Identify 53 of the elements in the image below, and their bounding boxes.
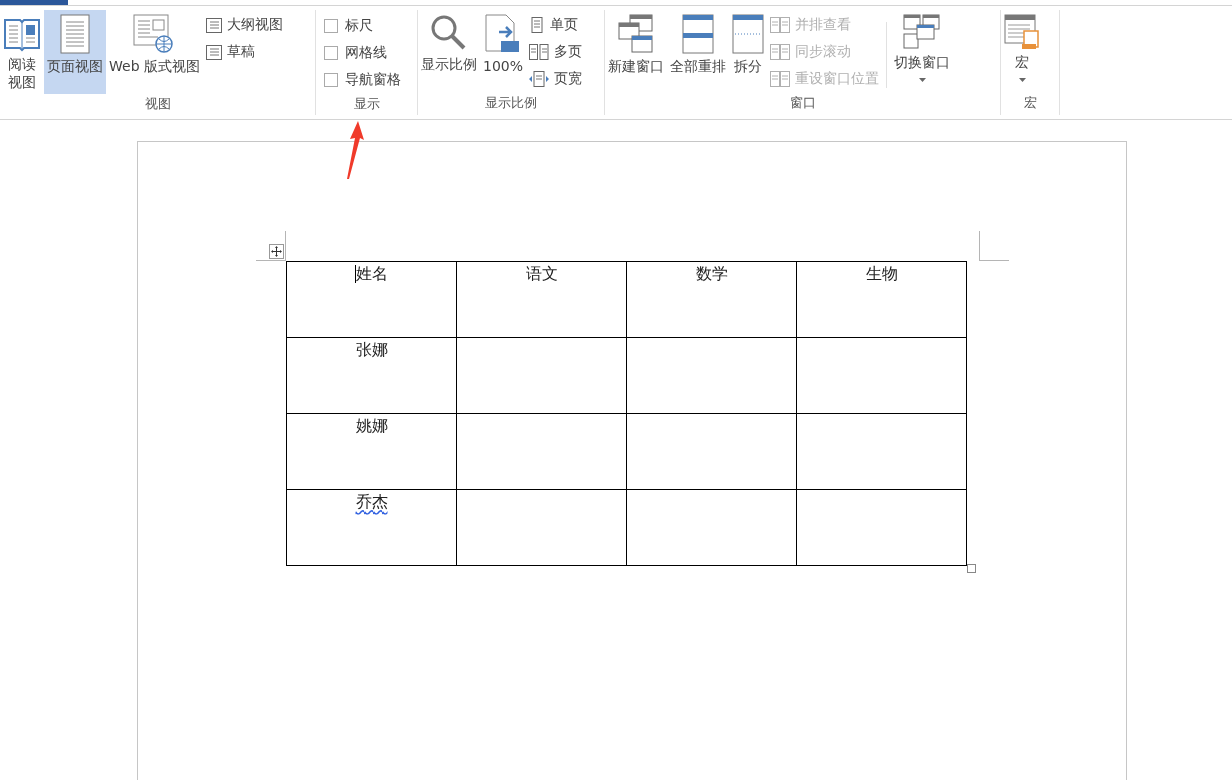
- page-width-icon: [529, 71, 550, 87]
- zoom-button[interactable]: 100%: [480, 10, 527, 94]
- view-button[interactable]: Web 版式视图: [106, 10, 203, 94]
- group-label: 视图: [143, 95, 172, 113]
- annotation-arrow: [346, 121, 366, 181]
- stacked-windows-icon: [682, 14, 714, 54]
- table-cell-text: 姚娜: [355, 416, 388, 436]
- checkbox[interactable]: 网格线: [324, 39, 387, 66]
- side-by-side-icon: [770, 71, 790, 87]
- page-zoom-button[interactable]: 页宽: [526, 67, 586, 91]
- caret-icon: [1018, 78, 1026, 82]
- table-header-cell-text: 数学: [695, 264, 728, 284]
- table-resize-handle[interactable]: [967, 564, 976, 573]
- document-icon: [206, 44, 222, 60]
- caret-icon: [918, 78, 926, 82]
- window-button[interactable]: 全部重排: [667, 10, 729, 94]
- table-cell-text: 张娜: [355, 340, 388, 360]
- group-label: 窗口: [788, 94, 817, 112]
- table-header-cell-text: 生物: [865, 264, 898, 284]
- checkbox[interactable]: 标尺: [324, 12, 373, 39]
- side-by-side-icon: [770, 17, 790, 33]
- windows-icon: [618, 14, 654, 54]
- two-pages-icon: [529, 44, 550, 60]
- table-header-cell-text: 语文: [525, 264, 558, 284]
- margin-corner-mark: [979, 231, 1009, 261]
- page-icon: [60, 14, 90, 54]
- page-zoom-button[interactable]: 单页: [526, 13, 586, 37]
- view-mode-button[interactable]: 草稿: [203, 40, 286, 64]
- web-page-icon: [133, 14, 176, 54]
- macro-icon: [1004, 14, 1040, 50]
- table-cell-text: 乔杰: [355, 492, 388, 512]
- view-mode-button[interactable]: 大纲视图: [203, 13, 286, 37]
- window-button[interactable]: 拆分: [729, 10, 767, 94]
- switch-window-button[interactable]: 切换窗口: [891, 10, 953, 94]
- view-button[interactable]: 阅读视图: [0, 10, 44, 95]
- windows-icon: [903, 14, 941, 50]
- macro-button[interactable]: 宏: [1001, 10, 1043, 94]
- page-arrow-icon: [485, 14, 521, 54]
- checkbox[interactable]: 导航窗格: [324, 66, 401, 93]
- page-zoom-button[interactable]: 多页: [526, 40, 586, 64]
- view-button[interactable]: 页面视图: [44, 10, 106, 94]
- group-label: 显示: [352, 95, 381, 113]
- split-window-icon: [732, 14, 764, 54]
- table-move-handle[interactable]: [269, 244, 284, 259]
- group-label: 显示比例: [484, 94, 538, 112]
- zoom-button[interactable]: 显示比例: [418, 10, 480, 94]
- side-by-side-icon: [770, 44, 790, 60]
- page-icon: [529, 17, 546, 33]
- table-header-cell-text: 姓名: [355, 264, 388, 285]
- document-icon: [206, 17, 222, 33]
- search-icon: [430, 14, 468, 52]
- window-button[interactable]: 新建窗口: [605, 10, 667, 94]
- group-label: 宏: [1022, 94, 1038, 112]
